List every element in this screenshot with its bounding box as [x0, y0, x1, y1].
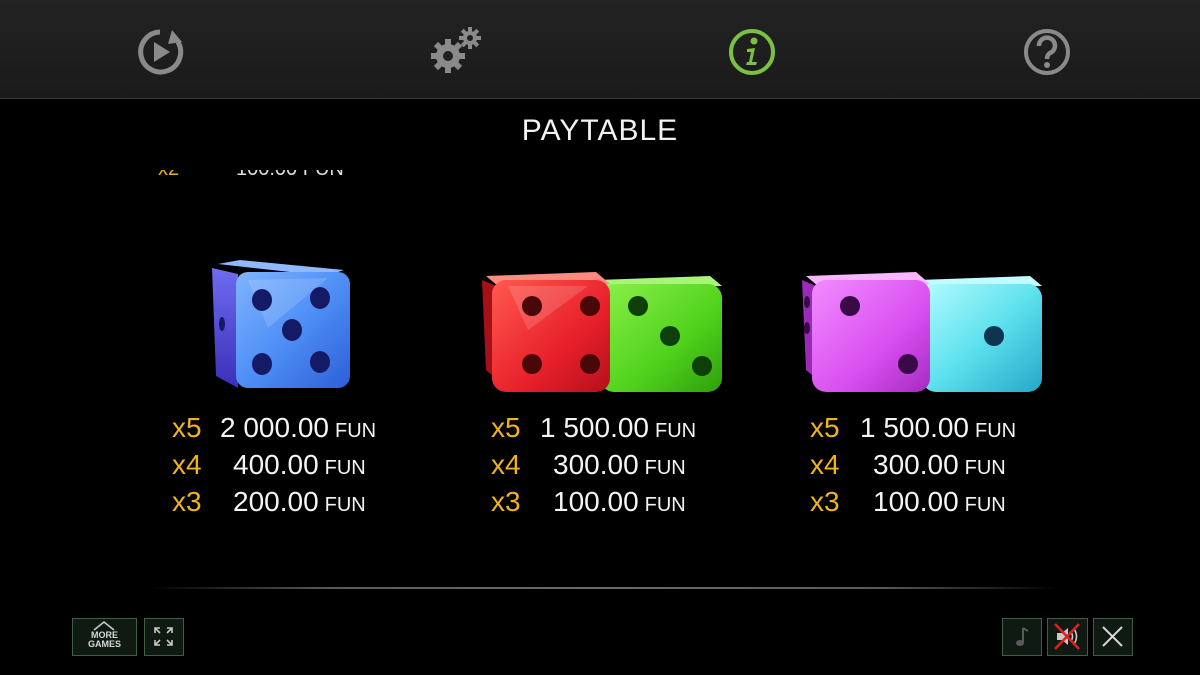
- cutoff-amount: 100.00 FUN: [236, 170, 344, 180]
- pay-multiplier: x4: [810, 449, 840, 480]
- pay-amount: 1 500.00 FUN: [860, 412, 1017, 443]
- pay-amount: 2 000.00 FUN: [220, 412, 377, 443]
- info-icon: [729, 29, 775, 75]
- fullscreen-icon: [154, 627, 173, 646]
- replay-button[interactable]: [132, 24, 188, 80]
- red-green-dice-icon: [482, 272, 722, 392]
- pay-multiplier: x5: [172, 412, 202, 443]
- pay-amount: 100.00 FUN: [553, 486, 686, 517]
- pay-amount: 200.00 FUN: [233, 486, 366, 517]
- help-icon: [1024, 29, 1070, 75]
- pay-multiplier: x4: [491, 449, 521, 480]
- cutoff-multiplier: x2: [158, 170, 179, 180]
- paytable-screen: PAYTABLE x2 100.00 FUN: [0, 0, 1200, 675]
- symbol-magenta-cyan-dice: [798, 250, 1098, 400]
- pay-multiplier: x3: [172, 486, 202, 517]
- music-note-icon: [1016, 627, 1029, 646]
- top-menu-bar: [0, 0, 1200, 99]
- music-toggle-button[interactable]: [1002, 618, 1042, 656]
- replay-icon: [138, 29, 184, 75]
- pay-amount: 100.00 FUN: [873, 486, 1006, 517]
- pay-amount: 400.00 FUN: [233, 449, 366, 480]
- pay-multiplier: x3: [491, 486, 521, 517]
- symbol-red-green-dice: [478, 250, 778, 400]
- settings-gear-icon: [431, 27, 481, 73]
- more-games-label: MORE GAMES: [87, 630, 121, 649]
- divider: [150, 587, 1060, 589]
- scrolled-payline-row: x2 100.00 FUN: [158, 170, 388, 180]
- sound-muted-icon: [1054, 623, 1080, 650]
- close-icon: [1102, 626, 1123, 647]
- help-button[interactable]: [1019, 24, 1075, 80]
- pay-amount: 300.00 FUN: [873, 449, 1006, 480]
- close-button[interactable]: [1093, 618, 1133, 656]
- more-games-button[interactable]: MORE GAMES: [72, 618, 137, 656]
- pay-amount: 300.00 FUN: [553, 449, 686, 480]
- info-button[interactable]: [724, 24, 780, 80]
- magenta-cyan-dice-icon: [802, 272, 1042, 392]
- blue-die-icon: [212, 260, 350, 388]
- settings-button[interactable]: [428, 24, 484, 80]
- symbol-blue-die: [170, 250, 470, 400]
- pay-multiplier: x5: [491, 412, 521, 443]
- pay-amount: 1 500.00 FUN: [540, 412, 697, 443]
- pay-multiplier: x5: [810, 412, 840, 443]
- fullscreen-button[interactable]: [144, 618, 184, 656]
- page-title: PAYTABLE: [521, 114, 679, 147]
- sound-toggle-button[interactable]: [1047, 618, 1088, 656]
- pay-multiplier: x4: [172, 449, 202, 480]
- pay-multiplier: x3: [810, 486, 840, 517]
